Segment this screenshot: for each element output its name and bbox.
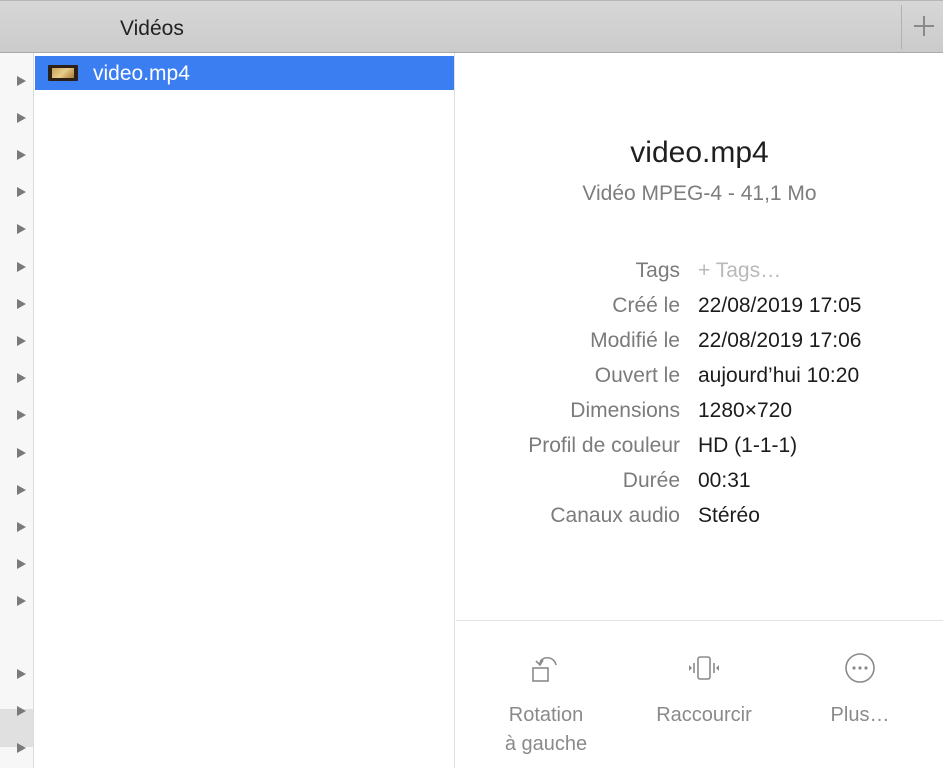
disclosure-triangle-icon[interactable] [17, 187, 26, 197]
disclosure-triangle-icon[interactable] [17, 76, 26, 86]
disclosure-triangle-icon[interactable] [17, 596, 26, 606]
metadata-row-opened: Ouvert le aujourd’hui 10:20 [456, 364, 943, 394]
metadata-value: HD (1-1-1) [698, 434, 798, 457]
trim-button[interactable]: Raccourcir [634, 621, 774, 769]
preview-title: video.mp4 [630, 136, 769, 169]
disclosure-triangle-icon[interactable] [17, 669, 26, 679]
rotate-left-label: Rotation à gauche [504, 704, 588, 755]
metadata-label: Dimensions [570, 399, 680, 422]
disclosure-triangle-icon[interactable] [17, 743, 26, 753]
metadata-label: Profil de couleur [528, 434, 680, 457]
disclosure-triangle-icon[interactable] [17, 113, 26, 123]
metadata-value: Stéréo [698, 504, 760, 527]
metadata-row-duration: Durée 00:31 [456, 469, 943, 499]
metadata-row-audio-channels: Canaux audio Stéréo [456, 504, 943, 534]
disclosure-triangle-icon[interactable] [17, 224, 26, 234]
tags-field[interactable]: + Tags… [698, 259, 781, 283]
disclosure-triangle-icon[interactable] [17, 522, 26, 532]
disclosure-triangle-icon[interactable] [17, 559, 26, 569]
quick-actions: Rotation à gauche Raccourcir Plus… [456, 620, 943, 768]
metadata-label: Tags [635, 259, 680, 282]
video-file-icon [48, 65, 78, 81]
file-name: video.mp4 [93, 62, 190, 85]
metadata-row-created: Créé le 22/08/2019 17:05 [456, 294, 943, 324]
disclosure-triangle-icon[interactable] [17, 485, 26, 495]
preview-subtitle: Vidéo MPEG-4 - 41,1 Mo [582, 182, 817, 205]
metadata-value: 00:31 [698, 469, 751, 492]
disclosure-triangle-icon[interactable] [17, 299, 26, 309]
disclosure-gutter [0, 53, 34, 768]
tab-title[interactable]: Vidéos [120, 17, 184, 41]
metadata-value: 22/08/2019 17:05 [698, 294, 862, 317]
metadata-value: aujourd’hui 10:20 [698, 364, 860, 387]
preview-pane: video.mp4 Vidéo MPEG-4 - 41,1 Mo Tags + … [456, 53, 943, 768]
metadata-label: Canaux audio [550, 504, 680, 527]
metadata-value: 1280×720 [698, 399, 793, 422]
disclosure-triangle-icon[interactable] [17, 336, 26, 346]
metadata-value: 22/08/2019 17:06 [698, 329, 862, 352]
metadata-label: Modifié le [590, 329, 680, 352]
metadata-label: Durée [622, 469, 680, 492]
metadata-row-modified: Modifié le 22/08/2019 17:06 [456, 329, 943, 359]
trim-label: Raccourcir [656, 704, 752, 726]
more-icon [845, 653, 875, 683]
more-label: Plus… [830, 704, 890, 726]
rotate-left-icon [532, 656, 557, 682]
disclosure-triangle-icon[interactable] [17, 373, 26, 383]
metadata-row-dimensions: Dimensions 1280×720 [456, 399, 943, 429]
disclosure-triangle-icon[interactable] [17, 448, 26, 458]
disclosure-triangle-icon[interactable] [17, 706, 26, 716]
disclosure-triangle-icon[interactable] [17, 410, 26, 420]
trim-icon [689, 656, 719, 680]
disclosure-triangle-icon[interactable] [17, 262, 26, 272]
metadata-label: Ouvert le [594, 364, 680, 387]
list-item[interactable]: video.mp4 [35, 56, 454, 90]
rotate-left-button[interactable]: Rotation à gauche [476, 621, 616, 769]
more-button[interactable]: Plus… [790, 621, 930, 769]
disclosure-triangle-icon[interactable] [17, 150, 26, 160]
metadata-row-color-profile: Profil de couleur HD (1-1-1) [456, 434, 943, 464]
tab-bar: Vidéos [0, 0, 943, 53]
metadata-row-tags: Tags + Tags… [456, 259, 943, 289]
plus-icon[interactable] [901, 5, 943, 49]
file-list: video.mp4 [34, 53, 455, 768]
metadata-label: Créé le [612, 294, 680, 317]
